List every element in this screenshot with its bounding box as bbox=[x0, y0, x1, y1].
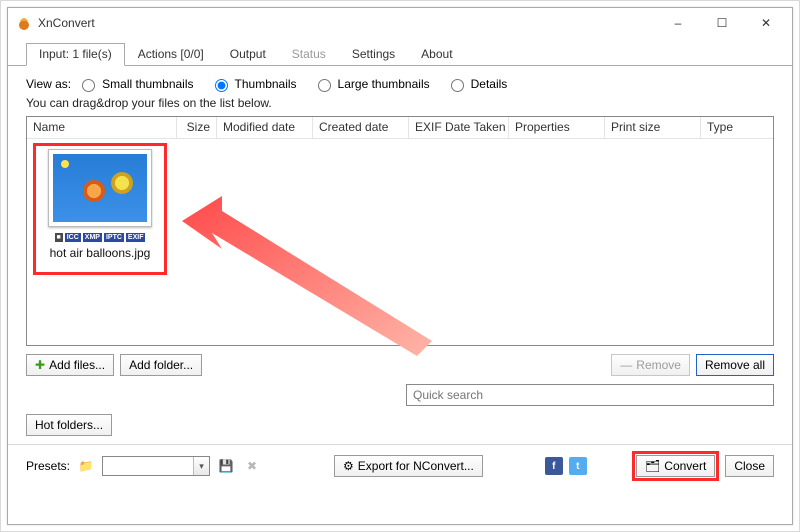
drag-drop-hint: You can drag&drop your files on the list… bbox=[26, 96, 774, 110]
thumbnail-frame bbox=[48, 149, 152, 227]
column-header: Name Size Modified date Created date EXI… bbox=[27, 117, 773, 139]
list-buttons-row: ✚ Add files... Add folder... — Remove Re… bbox=[26, 354, 774, 376]
col-print[interactable]: Print size bbox=[605, 117, 701, 139]
col-modified[interactable]: Modified date bbox=[217, 117, 313, 139]
app-window: XnConvert – ☐ ✕ Input: 1 file(s) Actions… bbox=[7, 7, 793, 525]
annotation-arrow bbox=[172, 191, 452, 361]
tab-status[interactable]: Status bbox=[279, 43, 339, 66]
twitter-button[interactable]: t bbox=[569, 457, 587, 475]
convert-icon: 🗂 bbox=[645, 459, 660, 473]
thumbnail-area[interactable]: ■ ICC XMP IPTC EXIF hot air balloons.jpg bbox=[27, 139, 773, 345]
remove-button[interactable]: — Remove bbox=[611, 354, 690, 376]
minus-icon: — bbox=[620, 358, 632, 372]
window-title: XnConvert bbox=[38, 16, 656, 30]
file-name-label: hot air balloons.jpg bbox=[39, 246, 161, 260]
chevron-down-icon: ▾ bbox=[193, 457, 209, 475]
convert-highlight: 🗂 Convert bbox=[632, 451, 719, 481]
minimize-button[interactable]: – bbox=[656, 9, 700, 37]
bottom-bar: Presets: 📁 ▾ 💾 ✖ ⚙ Export for NConvert..… bbox=[26, 451, 774, 485]
presets-combo[interactable]: ▾ bbox=[102, 456, 210, 476]
file-thumbnail[interactable]: ■ ICC XMP IPTC EXIF hot air balloons.jpg bbox=[39, 149, 161, 260]
remove-all-button[interactable]: Remove all bbox=[696, 354, 774, 376]
add-folder-button[interactable]: Add folder... bbox=[120, 354, 202, 376]
metadata-tags: ■ ICC XMP IPTC EXIF bbox=[39, 233, 161, 242]
col-name[interactable]: Name bbox=[27, 117, 177, 139]
col-size[interactable]: Size bbox=[177, 117, 217, 139]
tab-settings[interactable]: Settings bbox=[339, 43, 408, 66]
view-large-radio[interactable]: Large thumbnails bbox=[313, 76, 430, 92]
close-window-button[interactable]: ✕ bbox=[744, 9, 788, 37]
app-icon bbox=[16, 15, 32, 31]
col-type[interactable]: Type bbox=[701, 117, 773, 139]
delete-preset-button[interactable]: ✖ bbox=[242, 456, 262, 476]
tab-output[interactable]: Output bbox=[217, 43, 279, 66]
facebook-button[interactable]: f bbox=[545, 457, 563, 475]
folder-icon[interactable]: 📁 bbox=[76, 456, 96, 476]
col-properties[interactable]: Properties bbox=[509, 117, 605, 139]
col-created[interactable]: Created date bbox=[313, 117, 409, 139]
maximize-button[interactable]: ☐ bbox=[700, 9, 744, 37]
tab-input[interactable]: Input: 1 file(s) bbox=[26, 43, 125, 66]
tab-bar: Input: 1 file(s) Actions [0/0] Output St… bbox=[8, 38, 792, 66]
convert-button[interactable]: 🗂 Convert bbox=[636, 455, 715, 477]
view-small-radio[interactable]: Small thumbnails bbox=[77, 76, 193, 92]
gear-icon: ⚙ bbox=[343, 459, 354, 473]
quick-search bbox=[406, 384, 774, 406]
view-as-label: View as: bbox=[26, 77, 71, 91]
export-nconvert-button[interactable]: ⚙ Export for NConvert... bbox=[334, 455, 483, 477]
titlebar: XnConvert – ☐ ✕ bbox=[8, 8, 792, 38]
view-as-row: View as: Small thumbnails Thumbnails Lar… bbox=[26, 76, 774, 92]
thumbnail-image bbox=[53, 154, 147, 222]
close-button[interactable]: Close bbox=[725, 455, 774, 477]
tab-actions[interactable]: Actions [0/0] bbox=[125, 43, 217, 66]
view-thumbs-radio[interactable]: Thumbnails bbox=[210, 76, 297, 92]
input-panel: View as: Small thumbnails Thumbnails Lar… bbox=[8, 66, 792, 524]
tab-about[interactable]: About bbox=[408, 43, 465, 66]
separator bbox=[8, 444, 792, 445]
hot-folders-button[interactable]: Hot folders... bbox=[26, 414, 112, 436]
file-listbox[interactable]: Name Size Modified date Created date EXI… bbox=[26, 116, 774, 346]
plus-icon: ✚ bbox=[35, 358, 45, 372]
add-files-button[interactable]: ✚ Add files... bbox=[26, 354, 114, 376]
save-preset-button[interactable]: 💾 bbox=[216, 456, 236, 476]
view-details-radio[interactable]: Details bbox=[446, 76, 508, 92]
quick-search-input[interactable] bbox=[406, 384, 774, 406]
col-exif[interactable]: EXIF Date Taken bbox=[409, 117, 509, 139]
presets-label: Presets: bbox=[26, 459, 70, 473]
